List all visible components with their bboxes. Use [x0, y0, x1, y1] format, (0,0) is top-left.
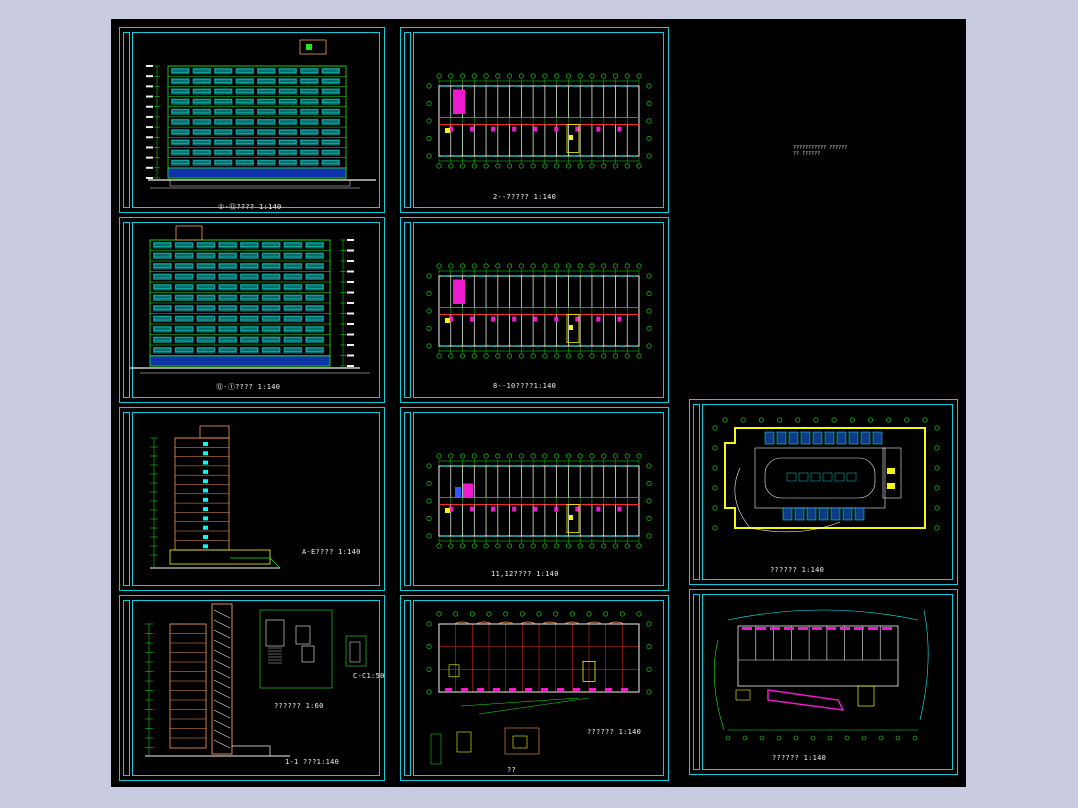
- section-drawing: [145, 603, 367, 757]
- sheet-front-elevation[interactable]: ①-⑫???? 1:140: [119, 27, 385, 213]
- sheet-side-elevation[interactable]: A-E???? 1:140: [119, 407, 385, 591]
- first-floor-plan-drawing: [426, 611, 652, 765]
- sheet-caption: 8--10????1:140: [493, 382, 557, 390]
- notes-text: ??????????? ?????? ?? ??????: [793, 145, 847, 157]
- sheet-caption: ①-⑫???? 1:140: [218, 203, 282, 211]
- sheet-caption: 11,12???? 1:140: [491, 570, 559, 578]
- sheet-basement-plan[interactable]: ?????? 1:140: [689, 399, 958, 585]
- detail-caption: ?????? 1:60: [274, 702, 324, 710]
- sheet-rear-elevation[interactable]: ⑫-①???? 1:140: [119, 217, 385, 403]
- sheet-caption: ?????? 1:140: [772, 754, 827, 762]
- sheet-plan-2-7[interactable]: 2--7???? 1:140: [400, 27, 669, 213]
- sheet-caption: A-E???? 1:140: [302, 548, 361, 556]
- sheet-caption: ?????? 1:140: [587, 728, 642, 736]
- sheet-plan-11-12[interactable]: 11,12???? 1:140: [400, 407, 669, 591]
- side-elevation-drawing: [150, 425, 281, 569]
- basement-plan-drawing: [712, 417, 940, 533]
- sheet-site-plan[interactable]: ?????? 1:140: [689, 589, 958, 775]
- floor-plan-drawing: [426, 73, 652, 169]
- sheet-plan-8-10[interactable]: 8--10????1:140: [400, 217, 669, 403]
- sheet-caption: ?????? 1:140: [770, 566, 825, 574]
- notes-line-2: ?? ??????: [793, 151, 821, 157]
- sheet-caption: 2--7???? 1:140: [493, 193, 557, 201]
- rear-elevation-drawing: [130, 225, 370, 374]
- cad-drawing-canvas[interactable]: ①-⑫???? 1:140 ⑫-①???? 1:140 A-E???? 1:14…: [111, 19, 966, 787]
- sheet-plan-first-floor[interactable]: ?????? 1:140 ??: [400, 595, 669, 781]
- floor-plan-drawing: [426, 263, 652, 359]
- section-caption: 1-1 ???1:140: [285, 758, 340, 766]
- sheet-caption: ⑫-①???? 1:140: [216, 383, 281, 391]
- site-plan-drawing: [713, 609, 929, 741]
- small-caption: ??: [507, 766, 517, 774]
- small-detail-caption: C-C1:50: [353, 672, 385, 680]
- front-elevation-drawing: [146, 39, 376, 189]
- floor-plan-drawing: [426, 453, 652, 549]
- sheet-section[interactable]: 1-1 ???1:140 ?????? 1:60 C-C1:50: [119, 595, 385, 781]
